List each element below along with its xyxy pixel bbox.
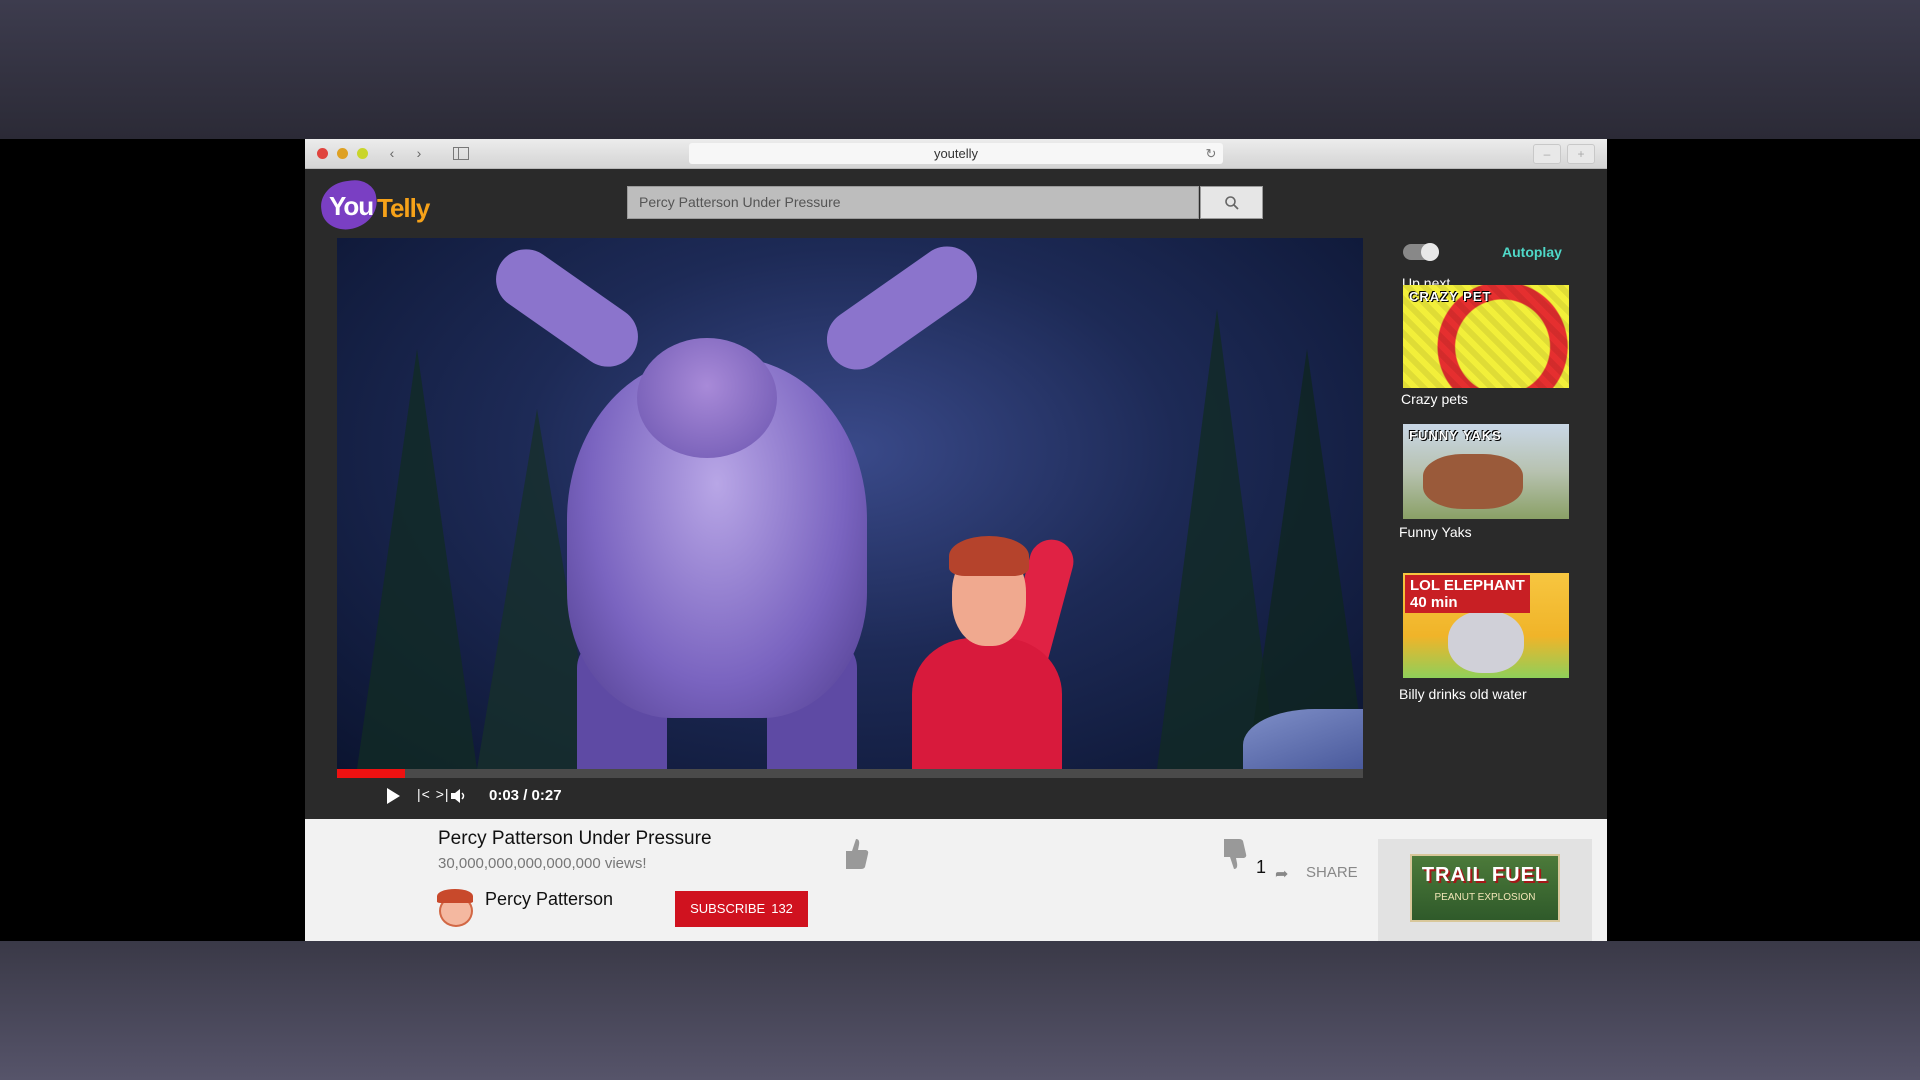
subscribe-label: SUBSCRIBE xyxy=(690,901,766,916)
site-logo[interactable]: You Telly xyxy=(317,177,441,233)
thumbnail-text: CRAZY PET xyxy=(1409,289,1492,304)
video-yeti-arm xyxy=(815,238,989,382)
up-next-title-3[interactable]: Billy drinks old water xyxy=(1399,686,1527,702)
close-window-button[interactable] xyxy=(317,148,328,159)
avatar-hair xyxy=(437,889,473,903)
subscribe-button[interactable]: SUBSCRIBE 132 xyxy=(675,891,808,927)
thumbnail-text: FUNNY YAKS xyxy=(1409,428,1502,443)
thumbnail-yak xyxy=(1423,454,1523,509)
time-display: 0:03 / 0:27 xyxy=(489,787,562,804)
video-info-panel: Percy Patterson Under Pressure 30,000,00… xyxy=(305,819,1607,941)
share-icon[interactable]: ➦ xyxy=(1275,864,1288,884)
play-icon[interactable] xyxy=(387,788,400,804)
thumbs-down-icon[interactable] xyxy=(1218,837,1248,871)
letterbox-top xyxy=(0,0,1920,139)
thumbnail-text: LOL ELEPHANT 40 min xyxy=(1405,575,1530,613)
video-progress-bar[interactable] xyxy=(337,769,1363,778)
autoplay-toggle-knob xyxy=(1421,243,1439,261)
dislike-count: 1 xyxy=(1256,857,1267,877)
up-next-title-2[interactable]: Funny Yaks xyxy=(1399,524,1472,540)
browser-titlebar: ‹ › youtelly ↻ – + xyxy=(305,139,1607,169)
thumbnail-chip-title: LOL ELEPHANT xyxy=(1410,577,1525,594)
browser-window: ‹ › youtelly ↻ – + You Telly Percy Patte… xyxy=(305,139,1607,941)
logo-telly-text: Telly xyxy=(377,193,430,223)
logo-you-text: You xyxy=(329,191,374,221)
sidebar-toggle-icon[interactable] xyxy=(447,143,473,163)
up-next-title-1[interactable]: Crazy pets xyxy=(1401,391,1468,407)
ad-headline: TRAIL FUEL xyxy=(1421,864,1549,886)
new-tab-button[interactable]: + xyxy=(1567,144,1595,164)
current-time: 0:03 xyxy=(489,787,520,804)
up-next-thumbnail-2[interactable]: FUNNY YAKS xyxy=(1403,424,1569,519)
share-browser-button[interactable]: – xyxy=(1533,144,1561,164)
chevron-left-icon[interactable]: ‹ xyxy=(381,143,403,163)
search-icon xyxy=(1225,196,1239,210)
thumbs-up-icon[interactable] xyxy=(840,837,870,871)
video-boy-jacket xyxy=(912,638,1062,769)
player-controls: |< >| 0:03 / 0:27 xyxy=(337,778,1363,818)
video-yeti-head xyxy=(637,338,777,458)
video-boy-hair xyxy=(949,536,1029,576)
up-next-sidebar: Autoplay Up next CRAZY PET Crazy pets FU… xyxy=(1383,229,1607,809)
skip-icon[interactable]: |< >| xyxy=(417,786,450,802)
thumbnail-duration: 40 min xyxy=(1410,594,1458,611)
thumbnail-elephant xyxy=(1448,611,1524,673)
volume-icon[interactable] xyxy=(449,786,469,806)
up-next-thumbnail-3[interactable]: LOL ELEPHANT 40 min xyxy=(1403,573,1569,678)
video-title: Percy Patterson Under Pressure xyxy=(438,828,712,849)
address-bar[interactable]: youtelly xyxy=(689,143,1223,164)
avatar[interactable] xyxy=(435,885,475,929)
time-separator: / xyxy=(523,787,528,804)
ad-subline: PEANUT EXPLOSION xyxy=(1434,892,1536,903)
video-scene-tree xyxy=(1247,349,1363,769)
ad-panel[interactable]: TRAIL FUEL PEANUT EXPLOSION xyxy=(1378,839,1592,941)
ad-image: TRAIL FUEL PEANUT EXPLOSION xyxy=(1410,854,1560,922)
video-yeti-arm xyxy=(484,238,650,379)
minimize-window-button[interactable] xyxy=(337,148,348,159)
channel-name[interactable]: Percy Patterson xyxy=(485,889,613,910)
video-player[interactable] xyxy=(337,238,1363,769)
video-progress-fill xyxy=(337,769,406,778)
search-button[interactable] xyxy=(1200,186,1263,219)
zoom-window-button[interactable] xyxy=(357,148,368,159)
share-button[interactable]: SHARE xyxy=(1306,864,1358,881)
autoplay-label: Autoplay xyxy=(1502,244,1562,260)
reload-icon[interactable]: ↻ xyxy=(1201,143,1221,164)
up-next-thumbnail-1[interactable]: CRAZY PET xyxy=(1403,285,1569,388)
letterbox-bottom xyxy=(0,941,1920,1080)
search-input[interactable]: Percy Patterson Under Pressure xyxy=(627,186,1199,219)
autoplay-toggle[interactable] xyxy=(1403,243,1439,261)
subscriber-count: 132 xyxy=(771,901,793,916)
view-count: 30,000,000,000,000,000 views! xyxy=(438,855,647,872)
video-scene-tree xyxy=(357,349,477,769)
duration: 0:27 xyxy=(531,787,562,804)
chevron-right-icon[interactable]: › xyxy=(408,143,430,163)
